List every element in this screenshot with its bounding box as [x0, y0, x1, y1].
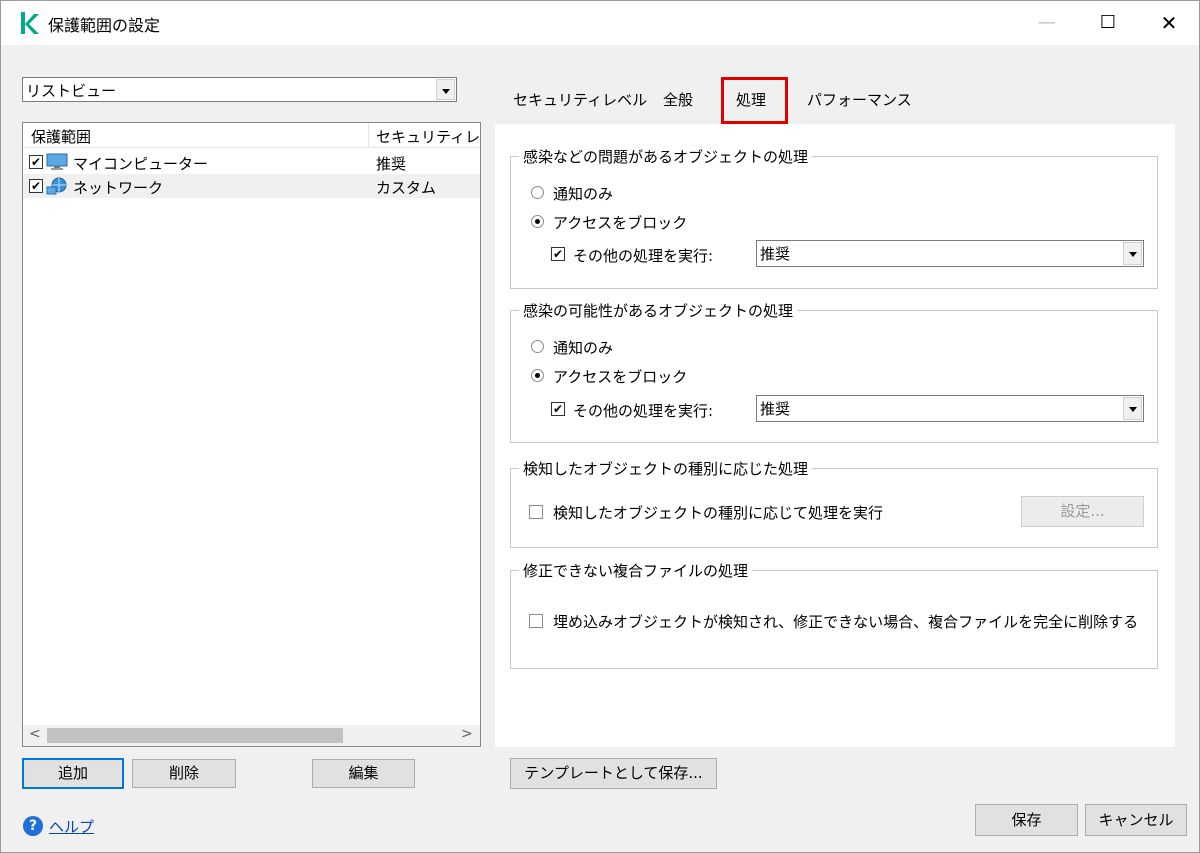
column-header-scope[interactable]: 保護範囲 [31, 126, 361, 147]
list-header: 保護範囲 セキュリティレベル [23, 123, 480, 148]
scroll-right-icon[interactable]: > [461, 726, 473, 742]
group-by-object-type: 検知したオブジェクトの種別に応じた処理 検知したオブジェクトの種別に応じて処理を… [510, 458, 1158, 548]
list-item[interactable]: ✔ マイコンピューター 推奨 [23, 150, 480, 174]
save-as-template-button[interactable]: テンプレートとして保存... [510, 758, 717, 789]
radio-label[interactable]: アクセスをブロック [553, 212, 687, 233]
kaspersky-logo-icon [21, 12, 39, 34]
radio-notify-only[interactable] [531, 186, 544, 199]
radio-block-access[interactable] [531, 369, 544, 382]
tab-page-actions: 感染などの問題があるオブジェクトの処理 通知のみ アクセスをブロック ✔ その他… [495, 124, 1175, 747]
help-icon[interactable]: ? [23, 816, 43, 836]
radio-label[interactable]: 通知のみ [553, 183, 613, 204]
minimize-button[interactable]: — [1017, 1, 1077, 45]
checkbox-label[interactable]: 検知したオブジェクトの種別に応じて処理を実行 [553, 502, 883, 523]
scroll-left-icon[interactable]: < [29, 726, 41, 742]
other-action-checkbox[interactable]: ✔ [551, 247, 565, 261]
checkbox-label[interactable]: その他の処理を実行: [573, 400, 713, 421]
close-button[interactable]: ✕ [1139, 1, 1199, 45]
group-title: 修正できない複合ファイルの処理 [519, 560, 753, 581]
network-icon [46, 177, 67, 195]
computer-icon [46, 153, 68, 170]
delete-compound-checkbox[interactable] [529, 614, 543, 628]
other-action-select[interactable]: 推奨 [756, 240, 1144, 267]
radio-label[interactable]: アクセスをブロック [553, 366, 687, 387]
edit-button[interactable]: 編集 [312, 759, 415, 788]
group-title: 感染などの問題があるオブジェクトの処理 [519, 146, 813, 167]
group-compound-files: 修正できない複合ファイルの処理 埋め込みオブジェクトが検知され、修正できない場合… [510, 560, 1158, 669]
chevron-down-icon[interactable] [1123, 397, 1142, 420]
title-bar: 保護範囲の設定 — ☐ ✕ [1, 1, 1199, 45]
select-value: 推奨 [760, 400, 791, 418]
row-level: カスタム [376, 179, 437, 197]
dialog-window: 保護範囲の設定 — ☐ ✕ リストビュー 保護範囲 セキュリティレベル ✔ マイ… [0, 0, 1200, 853]
by-type-checkbox[interactable] [529, 505, 543, 519]
active-tab-highlight [721, 77, 788, 124]
chevron-down-icon[interactable] [1123, 242, 1142, 265]
tab-security-level[interactable]: セキュリティレベル [513, 89, 647, 110]
horizontal-scrollbar[interactable]: < > [23, 725, 480, 746]
other-action-checkbox[interactable]: ✔ [551, 402, 565, 416]
radio-notify-only[interactable] [531, 340, 544, 353]
other-action-select[interactable]: 推奨 [756, 395, 1144, 422]
checkbox-label[interactable]: その他の処理を実行: [573, 245, 713, 266]
row-checkbox[interactable]: ✔ [29, 179, 43, 193]
tab-general[interactable]: 全般 [663, 89, 693, 110]
group-probably-infected-objects: 感染の可能性があるオブジェクトの処理 通知のみ アクセスをブロック ✔ その他の… [510, 300, 1158, 443]
add-button[interactable]: 追加 [22, 758, 124, 789]
cancel-button[interactable]: キャンセル [1085, 804, 1187, 836]
view-select[interactable]: リストビュー [22, 77, 457, 102]
chevron-down-icon[interactable] [436, 79, 455, 100]
column-header-level[interactable]: セキュリティレベル [376, 126, 480, 147]
delete-button[interactable]: 削除 [132, 759, 236, 788]
column-divider[interactable] [368, 123, 369, 148]
row-name: ネットワーク [73, 179, 164, 197]
group-title: 検知したオブジェクトの種別に応じた処理 [519, 458, 813, 479]
row-level: 推奨 [376, 155, 407, 173]
checkbox-label[interactable]: 埋め込みオブジェクトが検知され、修正できない場合、複合ファイルを完全に削除する [553, 611, 1138, 632]
save-button[interactable]: 保存 [975, 804, 1078, 836]
window-title: 保護範囲の設定 [48, 16, 161, 35]
tab-performance[interactable]: パフォーマンス [807, 89, 912, 110]
scrollbar-thumb[interactable] [47, 728, 343, 743]
list-item[interactable]: ✔ ネットワーク カスタム [23, 174, 480, 198]
help-link[interactable]: ヘルプ [49, 816, 94, 837]
select-value: 推奨 [760, 245, 791, 263]
view-select-value: リストビュー [26, 82, 117, 100]
settings-button[interactable]: 設定... [1021, 496, 1144, 527]
maximize-button[interactable]: ☐ [1078, 1, 1138, 45]
row-name: マイコンピューター [73, 155, 209, 173]
protection-scope-list[interactable]: 保護範囲 セキュリティレベル ✔ マイコンピューター 推奨 ✔ ネットワーク カ… [22, 122, 481, 747]
row-checkbox[interactable]: ✔ [29, 155, 43, 169]
group-infected-objects: 感染などの問題があるオブジェクトの処理 通知のみ アクセスをブロック ✔ その他… [510, 146, 1158, 289]
radio-label[interactable]: 通知のみ [553, 337, 613, 358]
radio-block-access[interactable] [531, 215, 544, 228]
group-title: 感染の可能性があるオブジェクトの処理 [519, 300, 798, 321]
